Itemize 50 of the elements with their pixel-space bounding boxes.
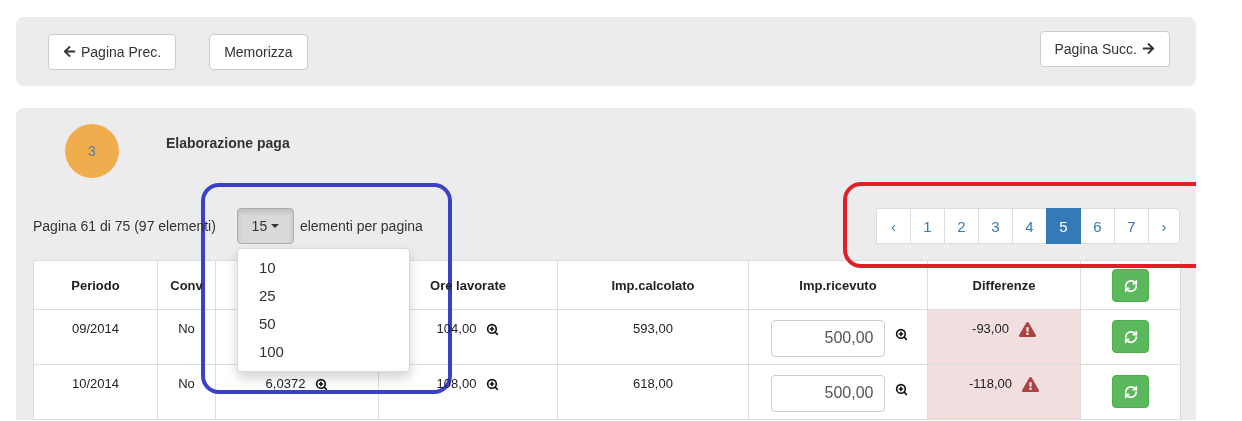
table-cell: No [178,321,195,336]
amount-field[interactable]: 500,00 [770,374,885,412]
table-cell: 09/2014 [72,321,119,336]
table-cell: 618,00 [633,376,673,391]
page-size-label: elementi per pagina [299,218,423,234]
menu-item[interactable]: 10 [237,254,409,282]
section-title: Elaborazione paga [166,135,290,151]
zoom-icon[interactable] [315,378,329,391]
refresh-icon [1123,329,1138,344]
column-header: Differenze [972,277,1036,293]
zoom-icon[interactable] [894,382,908,396]
page-link[interactable]: 4 [1012,208,1047,244]
left-arrow-icon [63,45,76,58]
refresh-button[interactable] [1112,320,1149,353]
table-cell: 6,0372 [265,376,306,391]
zoom-icon[interactable] [486,323,500,336]
refresh-icon [1123,384,1138,399]
previous-page-button[interactable]: Pagina Prec. [48,33,177,70]
page-link[interactable]: 2 [944,208,979,244]
column-header: Imp.ricevuto [799,277,877,293]
column-header: Periodo [71,277,120,293]
right-arrow-icon [1142,42,1155,55]
zoom-icon[interactable] [486,378,500,391]
menu-item[interactable]: 50 [237,310,409,338]
table-cell: 10/2014 [72,376,119,391]
table-cell: No [178,376,195,391]
page-link[interactable]: 1 [910,208,945,244]
warning-icon [1018,321,1036,338]
menu-item[interactable]: 100 [237,338,409,366]
table-cell: -93,00 [972,321,1009,336]
refresh-icon [1123,278,1138,293]
warning-icon [1022,376,1040,393]
table-cell: 593,00 [633,321,673,336]
menu-item[interactable]: 25 [237,282,409,310]
save-button[interactable]: Memorizza [209,33,308,70]
refresh-button[interactable] [1112,375,1149,408]
step-badge: 3 [65,124,119,178]
page-link[interactable]: 5 [1046,208,1081,244]
amount-field[interactable]: 500,00 [770,319,885,357]
next-page-button[interactable]: Pagina Succ. [1039,30,1170,67]
page-link[interactable]: 3 [978,208,1013,244]
page-link[interactable]: 7 [1114,208,1149,244]
refresh-button[interactable] [1112,269,1149,302]
caret-icon [271,224,280,228]
page-size-dropdown[interactable]: 15 [236,208,294,244]
zoom-icon[interactable] [894,327,908,341]
column-header: Imp.calcolato [611,277,695,293]
previous-page-link[interactable]: ‹ [876,208,911,244]
table-cell: -118,00 [968,376,1013,391]
next-page-link[interactable]: › [1148,208,1180,244]
